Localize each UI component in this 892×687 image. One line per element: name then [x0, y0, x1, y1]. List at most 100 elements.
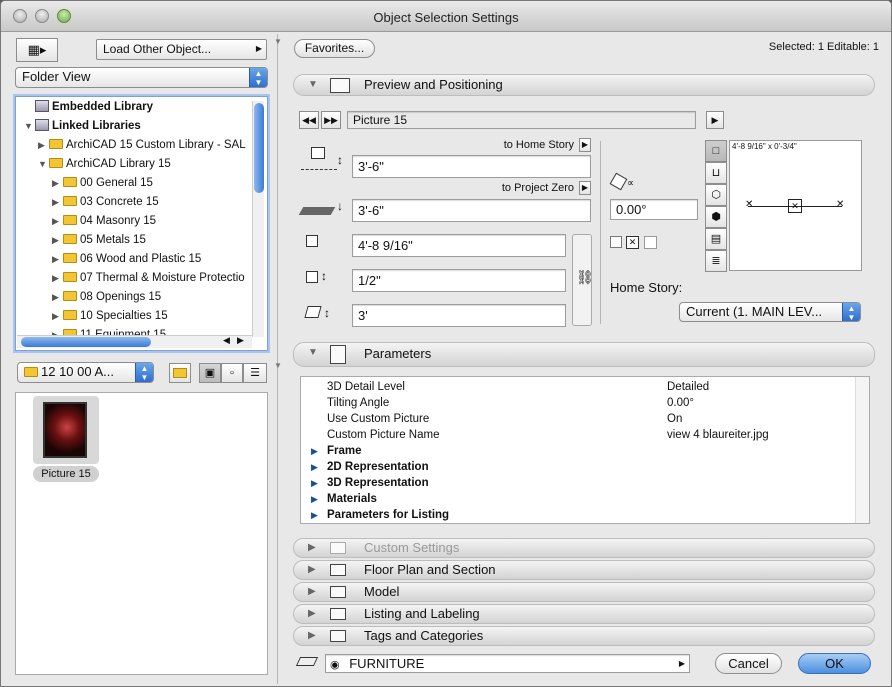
parameter-group-row[interactable]: ▶ Materials: [301, 491, 855, 507]
load-other-object-button[interactable]: Load Other Object... ▶: [96, 39, 267, 60]
tree-item[interactable]: ▶ 04 Masonry 15: [52, 212, 156, 231]
section-header-floor-plan-and-section[interactable]: ▶ Floor Plan and Section: [293, 560, 875, 580]
parameters-scrollbar[interactable]: [855, 377, 869, 523]
tree-item[interactable]: ▶ ArchiCAD 15 Custom Library - SAL: [38, 136, 246, 155]
collapsed-triangle-icon[interactable]: ▶: [52, 269, 63, 288]
tree-item[interactable]: ▶ 08 Openings 15: [52, 288, 161, 307]
depth-input[interactable]: 1/2": [352, 269, 566, 292]
folder-select-value: 12 10 00 A...: [41, 364, 115, 379]
tree-item[interactable]: ▶ 00 General 15: [52, 174, 153, 193]
tree-item[interactable]: ▼ Linked Libraries: [24, 117, 141, 136]
parameter-group-row[interactable]: ▶ Parameters for Listing: [301, 507, 855, 523]
previous-object-button[interactable]: ◀◀: [299, 111, 319, 129]
parameter-group-row[interactable]: ▶ Frame: [301, 443, 855, 459]
tree-item[interactable]: ▶ 06 Wood and Plastic 15: [52, 250, 201, 269]
parameter-row[interactable]: 3D Detail Level Detailed: [301, 379, 855, 395]
to-home-story-menu[interactable]: ▶: [579, 138, 591, 152]
tree-item[interactable]: ▶ 07 Thermal & Moisture Protectio: [52, 269, 245, 288]
expand-group-icon[interactable]: ▶: [311, 475, 318, 491]
tree-horizontal-scroll-thumb[interactable]: [21, 337, 151, 347]
small-icons-view-button[interactable]: ▫: [221, 363, 243, 383]
mirror-alt-icon[interactable]: [644, 236, 657, 249]
layer-select[interactable]: ◉ FURNITURE ▶: [325, 654, 690, 673]
list-view-button[interactable]: ☰: [243, 363, 267, 383]
parameter-row[interactable]: Tilting Angle 0.00°: [301, 395, 855, 411]
parameter-value[interactable]: Detailed: [667, 379, 709, 395]
object-browser-view-button[interactable]: ▦▸: [16, 38, 58, 62]
preview-section-header[interactable]: ▼ Preview and Positioning: [293, 74, 875, 96]
collapsed-triangle-icon[interactable]: ▶: [52, 231, 63, 250]
ok-button[interactable]: OK: [798, 653, 871, 674]
section-header-listing-and-labeling[interactable]: ▶ Listing and Labeling: [293, 604, 875, 624]
proportion-lock-button[interactable]: ⛓: [572, 234, 594, 326]
expand-group-icon[interactable]: ▶: [311, 443, 318, 459]
width-icon: [306, 235, 318, 247]
parameters-section-header[interactable]: ▼ Parameters: [293, 342, 875, 367]
expanded-triangle-icon[interactable]: ▼: [38, 155, 49, 174]
scroll-right-icon[interactable]: ▶: [237, 335, 244, 346]
parameter-value[interactable]: On: [667, 411, 682, 427]
picture-thumbnail[interactable]: [43, 402, 87, 458]
mirror-icon[interactable]: ✕: [626, 236, 639, 249]
collapsed-triangle-icon[interactable]: ▶: [52, 250, 63, 269]
object-name-field[interactable]: Picture 15: [347, 111, 696, 129]
view-mode-select[interactable]: Folder View ▲ ▼: [15, 67, 268, 88]
tree-item[interactable]: ▼ ArchiCAD Library 15: [38, 155, 171, 174]
picture-preview-button[interactable]: ▤: [705, 228, 727, 250]
tree-item[interactable]: ▶ 10 Specialties 15: [52, 307, 168, 326]
parameter-name: Custom Picture Name: [327, 429, 440, 441]
collapsed-triangle-icon[interactable]: ▶: [52, 212, 63, 231]
collapsed-triangle-icon[interactable]: ▶: [52, 288, 63, 307]
home-story-select[interactable]: Current (1. MAIN LEV... ▲ ▼: [679, 302, 861, 322]
tree-item-label: 04 Masonry 15: [80, 215, 157, 227]
parameter-row[interactable]: Custom Picture Name view 4 blaureiter.jpg: [301, 427, 855, 443]
object-menu-button[interactable]: ▶: [706, 111, 724, 129]
tree-item[interactable]: ▶ 05 Metals 15: [52, 231, 146, 250]
expand-group-icon[interactable]: ▶: [311, 507, 318, 523]
parameter-group-row[interactable]: ▶ 3D Representation: [301, 475, 855, 491]
folder-select[interactable]: 12 10 00 A... ▲ ▼: [17, 362, 154, 383]
folder-up-button[interactable]: [169, 363, 191, 383]
collapsed-triangle-icon[interactable]: ▶: [52, 307, 63, 326]
plan-preview-button[interactable]: □: [705, 140, 727, 162]
collapsed-triangle-icon[interactable]: ▶: [52, 174, 63, 193]
expanded-triangle-icon[interactable]: ▼: [24, 117, 35, 136]
rotation-angle-input[interactable]: 0.00°: [610, 199, 698, 220]
section-preview-button[interactable]: ⊔: [705, 162, 727, 184]
library-tree[interactable]: Embedded Library ▼ Linked Libraries ▶ ArchiC…: [15, 96, 268, 351]
parameter-group-row[interactable]: ▶ 2D Representation: [301, 459, 855, 475]
tree-horizontal-scrollbar[interactable]: ◀ ▶: [17, 335, 252, 348]
parameter-row[interactable]: Use Custom Picture On: [301, 411, 855, 427]
section-header-tags-and-categories[interactable]: ▶ Tags and Categories: [293, 626, 875, 646]
section-header-model[interactable]: ▶ Model: [293, 582, 875, 602]
3d-shaded-preview-button[interactable]: ⬢: [705, 206, 727, 228]
expand-group-icon[interactable]: ▶: [311, 491, 318, 507]
width-input[interactable]: 4'-8 9/16": [352, 234, 566, 257]
3d-wire-preview-button[interactable]: ⬡: [705, 184, 727, 206]
tree-vertical-scrollbar[interactable]: [252, 101, 264, 337]
collapsed-triangle-icon[interactable]: ▶: [52, 193, 63, 212]
tree-vertical-scroll-thumb[interactable]: [254, 103, 264, 193]
scroll-left-icon[interactable]: ◀: [223, 335, 230, 346]
large-icons-view-button[interactable]: ▣: [199, 363, 221, 383]
elevation-home-input[interactable]: 3'-6": [352, 155, 591, 178]
mirror-off-checkbox[interactable]: [610, 236, 622, 248]
collapsed-triangle-icon[interactable]: ▶: [38, 136, 49, 155]
pane-splitter[interactable]: [277, 34, 278, 684]
elevation-zero-input[interactable]: 3'-6": [352, 199, 591, 222]
parameters-icon: [330, 345, 346, 364]
thumbnail-selected-frame[interactable]: [33, 396, 99, 464]
parameter-value[interactable]: view 4 blaureiter.jpg: [667, 427, 769, 443]
cancel-button[interactable]: Cancel: [715, 653, 782, 674]
tree-item[interactable]: ▶ 03 Concrete 15: [52, 193, 159, 212]
tree-item[interactable]: Embedded Library: [24, 98, 153, 117]
favorites-button[interactable]: Favorites...: [294, 39, 375, 58]
next-object-button[interactable]: ▶▶: [321, 111, 341, 129]
to-project-zero-menu[interactable]: ▶: [579, 181, 591, 195]
parameter-name: Use Custom Picture: [327, 413, 430, 425]
info-preview-button[interactable]: ≣: [705, 250, 727, 272]
expand-group-icon[interactable]: ▶: [311, 459, 318, 475]
height-input[interactable]: 3': [352, 304, 566, 327]
parameter-value[interactable]: 0.00°: [667, 395, 694, 411]
parameters-list[interactable]: 3D Detail Level Detailed Tilting Angle 0.00…: [300, 376, 870, 524]
